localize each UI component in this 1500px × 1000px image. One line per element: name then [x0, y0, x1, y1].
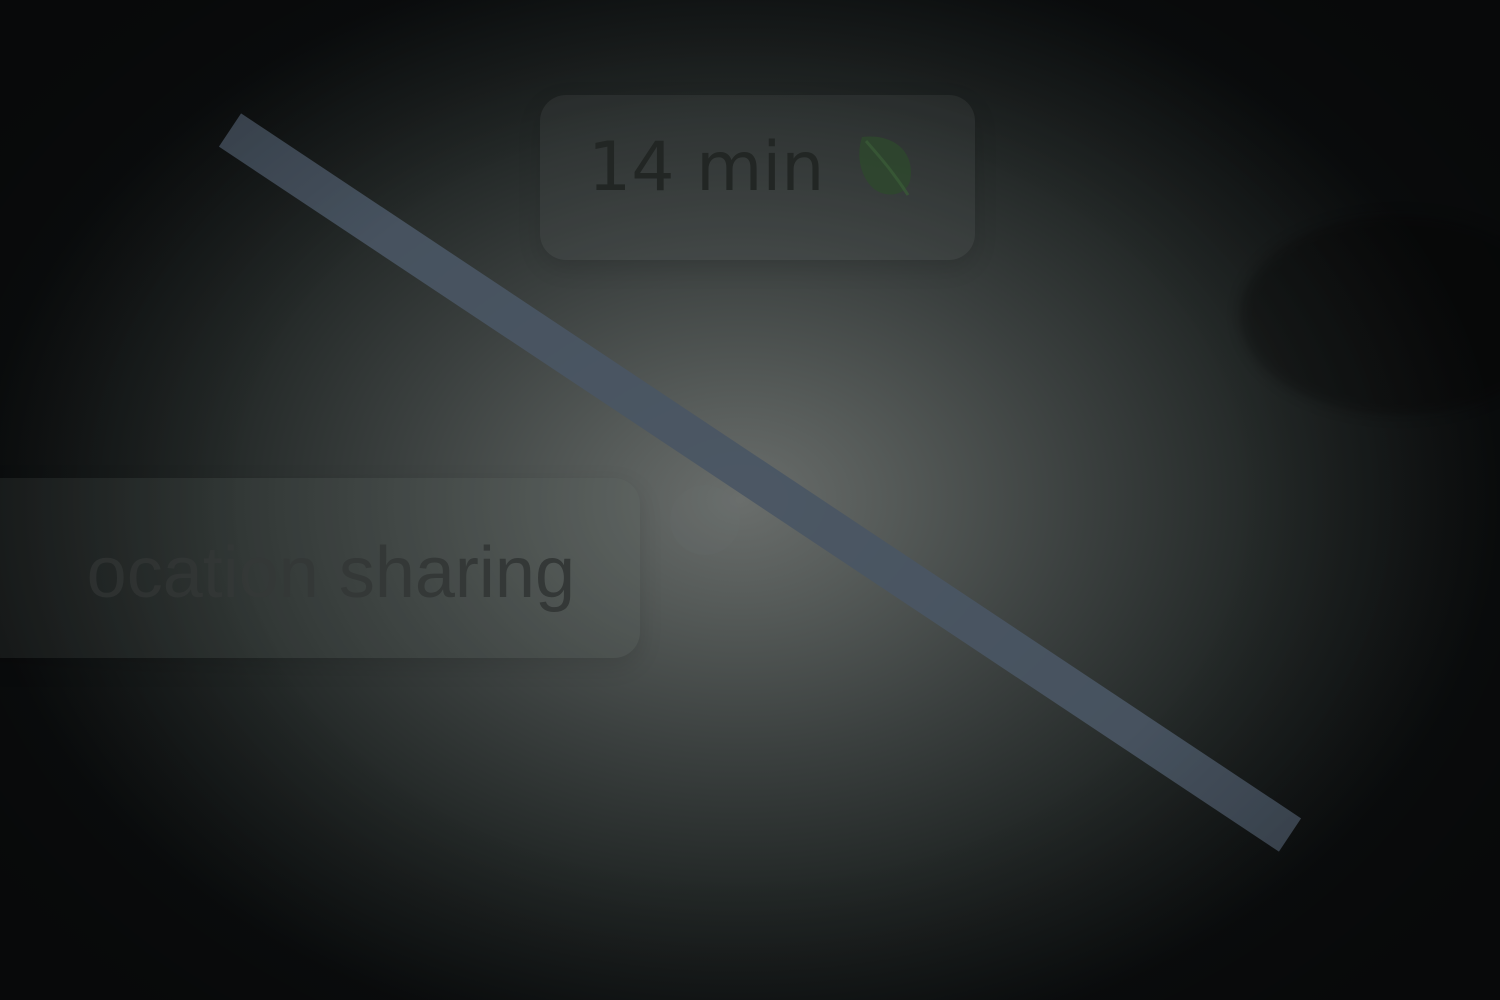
leaf-icon	[859, 136, 911, 196]
map-view[interactable]: 14 min ocation sharing	[0, 0, 1500, 1000]
current-location-marker	[670, 485, 740, 555]
eta-card[interactable]: 14 min	[540, 95, 975, 260]
location-sharing-card[interactable]: ocation sharing	[0, 478, 640, 658]
eta-label: 14 min	[588, 128, 825, 207]
location-sharing-label: ocation sharing	[86, 533, 575, 613]
